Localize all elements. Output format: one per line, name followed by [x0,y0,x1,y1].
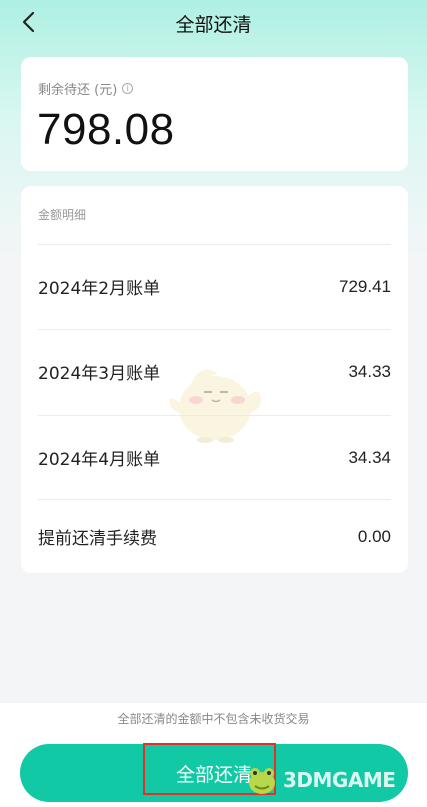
bill-row-label: 2024年2月账单 [38,279,161,299]
remaining-summary-card: 剩余待还 (元) i 798.08 [21,57,408,171]
bill-row: 2024年2月账单 729.41 [38,244,391,328]
fee-row: 提前还清手续费 0.00 [38,499,391,573]
watermark-text: 3DMGAME [283,768,396,792]
bill-row-value: 729.41 [339,276,391,296]
pay-all-button-label: 全部还清 [175,763,252,786]
nav-bar: 全部还清 [0,0,427,44]
bill-row-label: 2024年3月账单 [38,364,161,384]
exclusion-notice: 全部还清的金额中不包含未收货交易 [117,712,310,726]
detail-header: 金额明细 [38,208,87,222]
info-icon[interactable]: i [122,83,134,94]
mascot-watermark-icon [169,369,261,443]
frog-logo-icon [249,768,275,794]
remaining-amount: 798.08 [37,105,175,154]
bill-row-value: 34.34 [348,447,391,467]
page-title: 全部还清 [175,14,252,36]
bill-row-label: 2024年4月账单 [38,450,161,470]
remaining-label-wrap: 剩余待还 (元) i [38,79,134,98]
watermark: 3DMGAME [245,758,425,802]
fee-row-value: 0.00 [357,526,391,546]
remaining-label: 剩余待还 (元) [38,83,118,98]
bill-row-value: 34.33 [348,361,391,381]
fee-row-label: 提前还清手续费 [38,529,157,549]
